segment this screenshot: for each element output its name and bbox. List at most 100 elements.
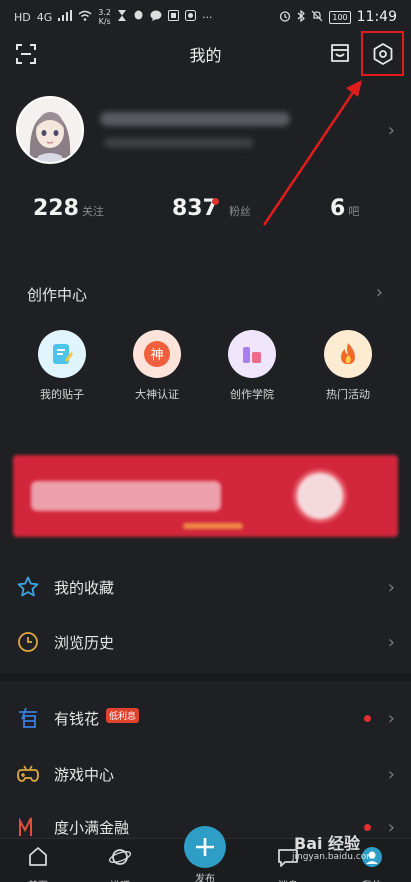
home-icon bbox=[29, 847, 47, 866]
scan-icon bbox=[16, 44, 36, 64]
chevron-right-icon: › bbox=[387, 763, 395, 785]
chevron-right-icon[interactable]: › bbox=[376, 282, 383, 303]
promo-banner[interactable] bbox=[13, 455, 398, 537]
more-notifications: ··· bbox=[202, 10, 213, 24]
clock-icon bbox=[16, 630, 40, 654]
status-left: HD 4G 3.2 K/s ··· bbox=[14, 8, 213, 26]
following-label: 关注 bbox=[81, 205, 104, 218]
publish-button[interactable] bbox=[184, 826, 226, 868]
status-bar: HD 4G 3.2 K/s ··· 100 11:49 bbox=[0, 0, 411, 34]
profile-section[interactable]: › bbox=[0, 96, 411, 168]
app-notification-icon bbox=[168, 10, 180, 24]
game-center-row[interactable]: 游戏中心 › bbox=[0, 747, 411, 801]
battery-indicator: 100 bbox=[329, 10, 351, 24]
status-clock: 11:49 bbox=[356, 9, 397, 25]
chart-icon bbox=[228, 330, 276, 378]
qq-icon bbox=[133, 10, 144, 24]
tab-mine[interactable]: 我的 bbox=[342, 845, 402, 882]
avatar[interactable] bbox=[16, 96, 84, 164]
shen-icon: 神 bbox=[133, 330, 181, 378]
followers-label: 粉丝 bbox=[228, 205, 251, 218]
my-posts-item[interactable]: 我的贴子 bbox=[22, 330, 102, 402]
chevron-right-icon: › bbox=[387, 707, 395, 729]
store-icon bbox=[331, 44, 349, 62]
bars-label: 吧 bbox=[348, 205, 360, 218]
expert-certification-item[interactable]: 神 大神认证 bbox=[117, 330, 197, 402]
chevron-right-icon: › bbox=[387, 631, 395, 653]
signal-icon bbox=[58, 10, 73, 24]
chevron-right-icon: › bbox=[387, 120, 395, 141]
photo-app-icon bbox=[185, 10, 197, 24]
creator-academy-item[interactable]: 创作学院 bbox=[212, 330, 292, 402]
message-icon bbox=[278, 849, 298, 867]
game-center-label: 游戏中心 bbox=[54, 765, 115, 784]
tab-messages[interactable]: 消息 bbox=[258, 845, 318, 882]
favorites-row[interactable]: 我的收藏 › bbox=[0, 560, 411, 614]
fire-icon bbox=[324, 330, 372, 378]
plus-icon bbox=[196, 838, 214, 856]
history-label: 浏览历史 bbox=[54, 633, 115, 652]
youqianhua-label: 有钱花 bbox=[54, 709, 100, 728]
publish-label: 发布 bbox=[195, 874, 215, 882]
banner-graphic bbox=[293, 469, 347, 523]
top-bar: 我的 bbox=[0, 34, 411, 74]
bars-count: 6 bbox=[330, 196, 346, 221]
followers-count: 837 bbox=[172, 196, 218, 221]
scan-button[interactable] bbox=[14, 42, 38, 66]
history-row[interactable]: 浏览历史 › bbox=[0, 615, 411, 669]
shen-glyph: 神 bbox=[150, 348, 163, 363]
tab-home-label: 首页 bbox=[8, 877, 68, 882]
mute-icon bbox=[311, 10, 323, 25]
favorites-label: 我的收藏 bbox=[54, 578, 115, 597]
alarm-icon bbox=[279, 10, 291, 25]
user-icon bbox=[362, 847, 382, 867]
speed-unit: K/s bbox=[98, 17, 111, 26]
hourglass-icon bbox=[117, 10, 127, 24]
network-type-label: HD bbox=[14, 10, 31, 24]
store-button[interactable] bbox=[328, 41, 352, 65]
notification-dot bbox=[364, 823, 371, 831]
youqianhua-row[interactable]: 有钱花 低利息 › bbox=[0, 691, 411, 745]
my-posts-label: 我的贴子 bbox=[40, 388, 84, 401]
chat-bubble-icon bbox=[150, 10, 162, 24]
chevron-right-icon: › bbox=[387, 816, 395, 838]
tab-home[interactable]: 首页 bbox=[8, 845, 68, 882]
tab-mine-label: 我的 bbox=[342, 877, 402, 882]
finance-icon bbox=[16, 815, 40, 839]
page-title: 我的 bbox=[189, 46, 222, 65]
section-divider bbox=[0, 673, 411, 681]
notification-dot bbox=[364, 714, 371, 722]
creation-center-grid: 我的贴子 神 大神认证 创作学院 热门活动 bbox=[0, 330, 411, 410]
star-icon bbox=[16, 575, 40, 599]
network-speed: 3.2 K/s bbox=[98, 8, 111, 26]
chevron-right-icon: › bbox=[387, 576, 395, 598]
hot-events-item[interactable]: 热门活动 bbox=[308, 330, 388, 402]
creator-academy-label: 创作学院 bbox=[230, 388, 274, 401]
planet-icon bbox=[108, 849, 132, 865]
expert-certification-label: 大神认证 bbox=[135, 388, 179, 401]
blurred-username bbox=[100, 112, 290, 126]
banner-blurred-text-icon bbox=[31, 481, 221, 511]
finance-label: 度小满金融 bbox=[54, 818, 130, 837]
banner-dots-icon bbox=[183, 523, 243, 529]
youqianhua-icon bbox=[16, 706, 40, 730]
creation-center-title[interactable]: 创作中心 bbox=[27, 284, 87, 305]
low-interest-badge: 低利息 bbox=[106, 708, 140, 723]
settings-highlight-box bbox=[361, 31, 404, 76]
avatar-illustration-icon bbox=[18, 98, 82, 162]
blurred-user-subtitle bbox=[104, 138, 254, 148]
speed-value: 3.2 bbox=[98, 8, 112, 17]
following-count: 228 bbox=[33, 196, 79, 221]
wifi-icon bbox=[78, 10, 92, 24]
stats-row: 228 关注 837 粉丝 6 吧 bbox=[0, 196, 411, 228]
tab-jinba[interactable]: 进吧 bbox=[90, 845, 150, 882]
bluetooth-icon bbox=[297, 9, 306, 25]
following-stat[interactable]: 228 关注 bbox=[33, 196, 104, 221]
bars-stat[interactable]: 6 吧 bbox=[330, 196, 359, 221]
signal-label: 4G bbox=[36, 10, 53, 24]
tab-messages-label: 消息 bbox=[258, 877, 318, 882]
tab-jinba-label: 进吧 bbox=[90, 877, 150, 882]
gamepad-icon bbox=[16, 762, 40, 786]
new-followers-dot bbox=[212, 198, 219, 205]
status-right: 100 11:49 bbox=[279, 9, 397, 25]
